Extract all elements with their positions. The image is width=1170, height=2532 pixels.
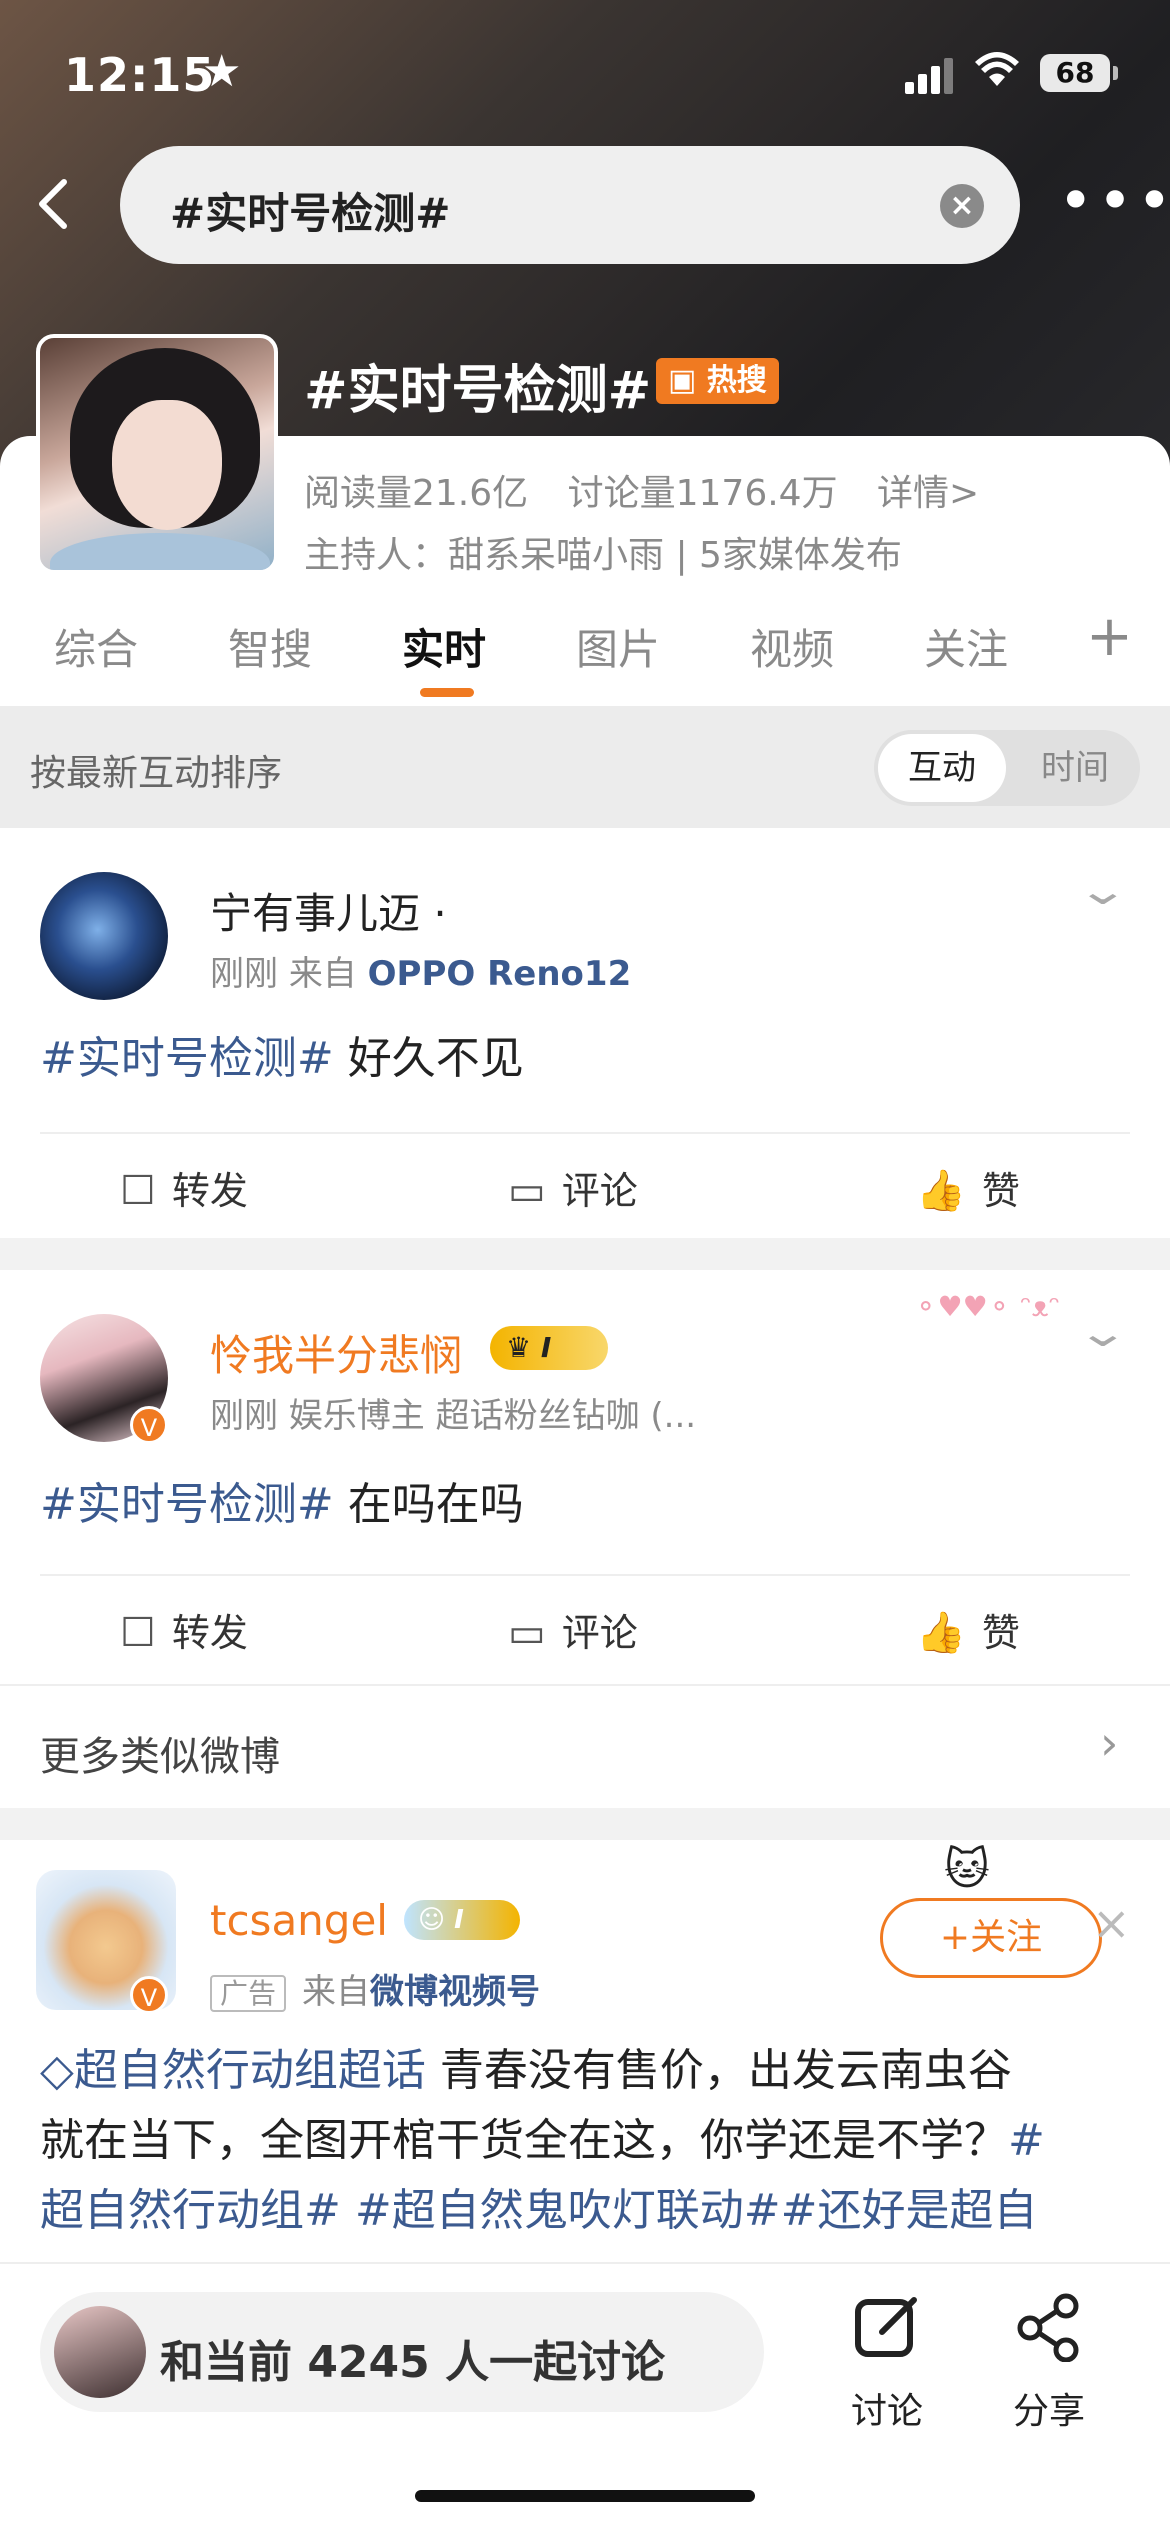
wifi-icon [975, 52, 1019, 98]
thumbs-up-icon: 👍 [916, 1168, 966, 1214]
sort-bar: 按最新互动排序 互动 时间 [0, 706, 1170, 828]
search-query: #实时号检测# [170, 189, 451, 238]
active-tab-indicator [420, 688, 474, 697]
comment-button[interactable]: ▭ 评论 [508, 1160, 638, 1215]
tab-videos[interactable]: 视频 [750, 616, 834, 677]
share-button[interactable]: 分享 [984, 2292, 1114, 2434]
topic-host[interactable]: 主持人：甜系呆喵小雨 | 5家媒体发布 [304, 526, 902, 578]
chevron-right-icon: › [1100, 1716, 1119, 1770]
post-meta: 刚刚 娱乐博主 超话粉丝钻咖 (... [210, 1396, 697, 1436]
read-count: 阅读量21.6亿 [304, 473, 529, 514]
hot-search-badge: ▣ 热搜 [656, 358, 779, 404]
status-bar: 12:15 ★ 68 [0, 40, 1170, 110]
tab-bar: 综合 智搜 实时 图片 视频 关注 + [0, 600, 1170, 706]
follow-button[interactable]: +关注 [880, 1898, 1102, 1978]
home-indicator [415, 2490, 755, 2502]
chevron-down-icon[interactable]: ⌄ [1076, 868, 1130, 914]
username[interactable]: 宁有事儿迈 · [210, 880, 447, 941]
repost-icon: ☐ [120, 1610, 156, 1656]
post-meta: 广告 来自微博视频号 [210, 1964, 540, 2013]
topic-stats: 阅读量21.6亿 讨论量1176.4万 详情> [304, 464, 1007, 516]
repost-button[interactable]: ☐ 转发 [120, 1602, 248, 1657]
sort-label: 按最新互动排序 [30, 753, 283, 794]
tab-smart-search[interactable]: 智搜 [228, 616, 312, 677]
more-options-button[interactable]: ••• [1058, 166, 1170, 236]
signal-icon [905, 58, 957, 94]
hashtag-link[interactable]: #实时号检测# [40, 1033, 334, 1084]
tab-images[interactable]: 图片 [576, 616, 660, 677]
add-tab-icon[interactable]: + [1086, 604, 1133, 669]
like-button[interactable]: 👍 赞 [916, 1602, 1020, 1657]
super-topic-link[interactable]: ◇超自然行动组超话 [40, 2045, 426, 2096]
clock: 12:15 [64, 48, 216, 102]
share-icon [984, 2292, 1114, 2378]
decorative-sticker-icon: ⚬♥♥⚬ ᵔᴥᵔ [914, 1290, 1061, 1323]
tab-comprehensive[interactable]: 综合 [54, 616, 138, 677]
comment-button[interactable]: ▭ 评论 [508, 1602, 638, 1657]
post-content[interactable]: ◇超自然行动组超话 青春没有售价，出发云南虫谷 就在当下，全图开棺干货全在这，你… [40, 2036, 1140, 2246]
comment-icon: ▭ [508, 1168, 546, 1214]
post-card: 宁有事儿迈 · 刚刚 来自 OPPO Reno12 ⌄ #实时号检测# 好久不见… [0, 828, 1170, 1238]
repost-button[interactable]: ☐ 转发 [120, 1160, 248, 1215]
post-actions: ☐ 转发 ▭ 评论 👍 赞 [0, 1134, 1170, 1234]
clear-icon[interactable]: × [940, 184, 984, 228]
more-similar-link[interactable]: 更多类似微博 › [0, 1684, 1170, 1808]
ad-tag: 广告 [210, 1975, 287, 2012]
sort-time-button[interactable]: 时间 [1014, 734, 1136, 802]
username[interactable]: tcsangel [210, 1896, 388, 1945]
close-icon[interactable]: × [1092, 1896, 1131, 1950]
avatar[interactable] [40, 872, 168, 1000]
repost-icon: ☐ [120, 1168, 156, 1214]
verified-badge-icon: V [130, 1976, 168, 2014]
chevron-down-icon[interactable]: ⌄ [1076, 1310, 1130, 1356]
post-content[interactable]: #实时号检测# 好久不见 [40, 1024, 524, 1094]
sort-toggle: 互动 时间 [874, 730, 1140, 806]
details-link[interactable]: 详情> [877, 473, 979, 514]
comment-icon: ▭ [508, 1610, 546, 1656]
topic-title: #实时号检测# [304, 361, 652, 421]
star-icon: ★ [202, 46, 242, 97]
like-button[interactable]: 👍 赞 [916, 1160, 1020, 1215]
back-button[interactable] [30, 174, 90, 234]
discussion-count: 讨论量1176.4万 [567, 473, 838, 514]
post-content[interactable]: #实时号检测# 在吗在吗 [40, 1470, 524, 1540]
search-input[interactable]: #实时号检测# × [120, 146, 1020, 264]
battery-icon: 68 [1040, 54, 1110, 92]
member-level-badge-icon: ☺ I [404, 1900, 520, 1940]
thumbs-up-icon: 👍 [916, 1610, 966, 1656]
hashtag-link[interactable]: #实时号检测# [40, 1479, 334, 1530]
verified-badge-icon: V [130, 1406, 168, 1444]
tab-realtime[interactable]: 实时 [402, 616, 486, 677]
post-actions: ☐ 转发 ▭ 评论 👍 赞 [0, 1576, 1170, 1676]
topic-avatar[interactable] [36, 334, 278, 574]
avatar [54, 2306, 146, 2398]
post-meta: 刚刚 来自 OPPO Reno12 [210, 954, 632, 994]
join-discussion-button[interactable]: 和当前 4245 人一起讨论 [40, 2292, 764, 2412]
post-card: V 怜我半分悲悯 ♛ I ⚬♥♥⚬ ᵔᴥᵔ 刚刚 娱乐博主 超话粉丝钻咖 (..… [0, 1270, 1170, 1684]
member-level-badge-icon: ♛ I [490, 1326, 608, 1370]
search-nav: #实时号检测# × ••• [0, 146, 1170, 266]
sort-interaction-button[interactable]: 互动 [878, 734, 1006, 802]
edit-icon [822, 2292, 952, 2378]
username[interactable]: 怜我半分悲悯 [210, 1322, 462, 1383]
battery-tip [1113, 66, 1118, 80]
tab-following[interactable]: 关注 [924, 616, 1008, 677]
decorative-sticker-icon: 🐱 [944, 1844, 990, 1895]
discuss-button[interactable]: 讨论 [822, 2292, 952, 2434]
